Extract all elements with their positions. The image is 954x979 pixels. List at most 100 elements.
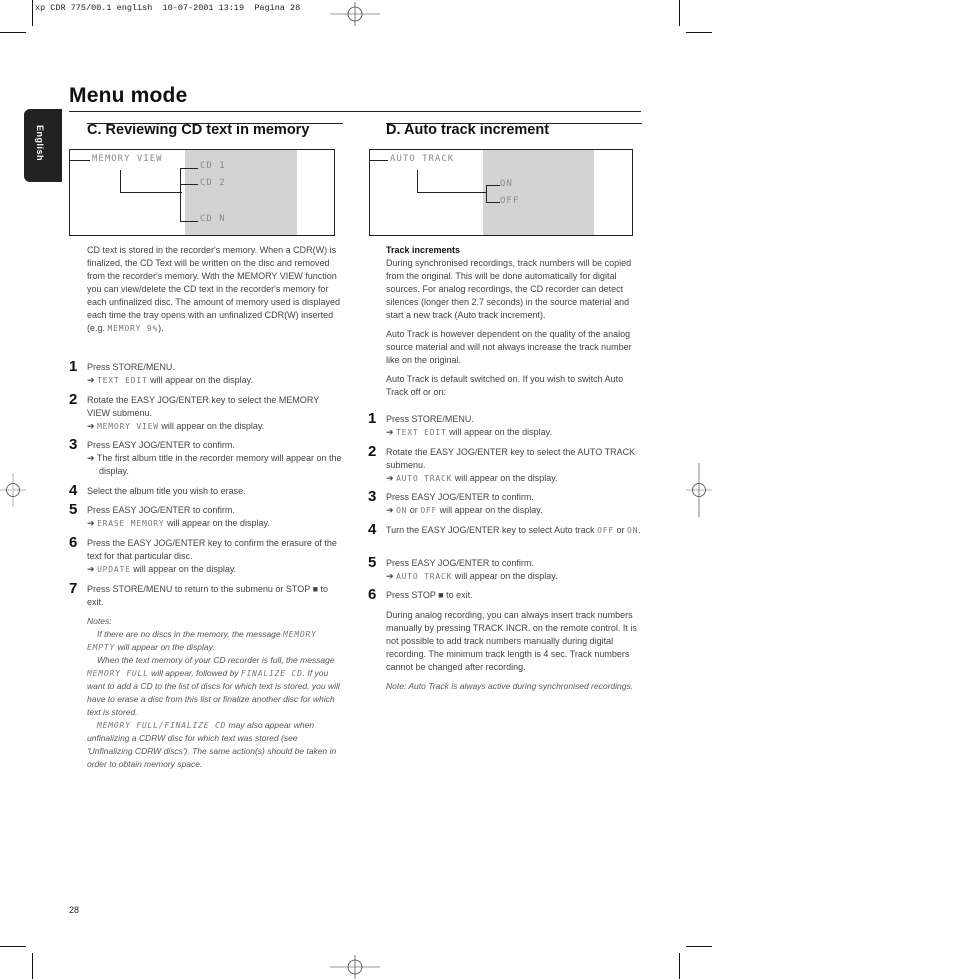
result-text: will appear on the display. (164, 518, 270, 528)
lcd-inline: FINALIZE CD (240, 669, 303, 678)
step-result: ➔ TEXT EDIT will appear on the display. (386, 426, 641, 439)
step-number: 1 (368, 410, 377, 427)
page-title: Menu mode (69, 84, 188, 107)
step-text: Rotate the EASY JOG/ENTER key to select … (87, 394, 342, 433)
connector-line (120, 170, 121, 193)
connector-line (486, 202, 500, 203)
crop-mark (686, 32, 712, 33)
step-text: Press STORE/MENU. ➔ TEXT EDIT will appea… (87, 361, 342, 387)
print-slug: xp CDR 775/00.1 english 10-07-2001 13:19… (35, 3, 301, 13)
title-rule (69, 111, 641, 112)
lcd-inline: ON (626, 526, 639, 535)
connector-line (180, 168, 181, 222)
arrow-icon: ➔ (386, 427, 394, 437)
section-c-intro: CD text is stored in the recorder's memo… (87, 244, 343, 335)
connector-line (370, 160, 388, 161)
step-result: ➔ The first album title in the recorder … (87, 452, 342, 478)
display-shade (483, 150, 594, 235)
arrow-icon: ➔ (87, 421, 95, 431)
section-c-notes: Notes: If there are no discs in the memo… (87, 615, 345, 771)
connector-line (417, 192, 487, 193)
registration-mark-icon (0, 473, 26, 507)
connector-line (180, 221, 198, 222)
step-number: 2 (69, 391, 78, 408)
section-d-title: D. Auto track increment (386, 122, 550, 138)
step-instruction: Press the EASY JOG/ENTER key to confirm … (87, 538, 337, 561)
lcd-inline: TEXT EDIT (97, 376, 148, 385)
note-text: If there are no discs in the memory, the… (97, 629, 283, 639)
note-text: When the text memory of your CD recorder… (97, 655, 335, 665)
intro-example-suffix: ). (158, 323, 164, 333)
lcd-root-label: AUTO TRACK (390, 154, 455, 164)
result-text: will appear on the display. (446, 427, 553, 437)
lcd-inline: TEXT EDIT (396, 428, 447, 437)
lcd-item: CD N (200, 214, 226, 224)
step-number: 6 (69, 534, 78, 551)
lcd-inline: MEMORY FULL/FINALIZE CD (97, 721, 227, 730)
step-result: ➔ AUTO TRACK will appear on the display. (386, 472, 641, 485)
lcd-inline: UPDATE (97, 565, 131, 574)
section-d-intro: Track increments During synchronised rec… (386, 244, 644, 399)
step-instruction: Press EASY JOG/ENTER to confirm. (386, 492, 534, 502)
step-number: 4 (368, 521, 377, 538)
arrow-icon: ➔ (87, 375, 95, 385)
registration-mark-icon (686, 463, 712, 517)
lcd-item: CD 1 (200, 161, 226, 171)
step-text: Press EASY JOG/ENTER to confirm. ➔ ON or… (386, 491, 641, 517)
result-text: will appear on the display. (437, 505, 543, 515)
step-result: ➔ MEMORY VIEW will appear on the display… (87, 420, 342, 433)
connector-line (417, 170, 418, 193)
crop-mark (679, 953, 680, 979)
crop-mark (679, 0, 680, 26)
arrow-icon: ➔ (87, 564, 95, 574)
connector-line (70, 160, 90, 161)
intro-text: CD text is stored in the recorder's memo… (87, 245, 340, 320)
step-instruction: Press STOP ■ to exit. (386, 590, 473, 600)
lcd-inline: OFF (420, 506, 438, 515)
crop-mark (686, 946, 712, 947)
step-instruction: . (638, 525, 641, 535)
registration-mark-icon (330, 955, 380, 979)
result-text: or (407, 505, 421, 515)
lcd-root-label: MEMORY VIEW (92, 154, 163, 164)
step-text: Select the album title you wish to erase… (87, 485, 342, 498)
arrow-icon: ➔ (386, 571, 394, 581)
section-d-manual: During analog recording, you can always … (386, 609, 644, 693)
step-instruction: Press STORE/MENU. (87, 362, 175, 372)
notes-heading: Notes: (87, 616, 112, 626)
paragraph: Auto Track is default switched on. If yo… (386, 374, 624, 397)
lcd-inline: OFF (597, 526, 614, 535)
step-text: Press EASY JOG/ENTER to confirm. ➔ The f… (87, 439, 342, 478)
lcd-inline: ON (396, 506, 408, 515)
arrow-icon: ➔ (386, 505, 394, 515)
memory-view-diagram: MEMORY VIEW CD 1 CD 2 CD N (69, 149, 335, 236)
note: When the text memory of your CD recorder… (87, 654, 345, 719)
step-result: ➔ TEXT EDIT will appear on the display. (87, 374, 342, 387)
lcd-inline: ERASE MEMORY (97, 519, 165, 528)
step-number: 3 (69, 436, 78, 453)
crop-mark (32, 0, 33, 26)
arrow-icon: ➔ (386, 473, 394, 483)
step-text: Press STORE/MENU. ➔ TEXT EDIT will appea… (386, 413, 641, 439)
connector-line (180, 168, 198, 169)
step-instruction: Press EASY JOG/ENTER to confirm. (87, 505, 235, 515)
paragraph: During analog recording, you can always … (386, 610, 637, 672)
step-text: Press the EASY JOG/ENTER key to confirm … (87, 537, 342, 576)
lcd-inline: MEMORY FULL (87, 669, 149, 678)
step-number: 4 (69, 482, 78, 499)
step-number: 2 (368, 443, 377, 460)
note: If there are no discs in the memory, the… (87, 628, 345, 654)
result-text: will appear on the display. (452, 571, 558, 581)
step-instruction: Turn the EASY JOG/ENTER key to select Au… (386, 525, 598, 535)
step-result: ➔ AUTO TRACK will appear on the display. (386, 570, 641, 583)
language-tab: English (24, 109, 62, 182)
arrow-icon: ➔ (87, 453, 95, 463)
step-instruction: Press EASY JOG/ENTER to confirm. (386, 558, 534, 568)
lcd-inline: AUTO TRACK (396, 572, 453, 581)
arrow-icon: ➔ (87, 518, 95, 528)
step-instruction: Rotate the EASY JOG/ENTER key to select … (87, 395, 320, 418)
step-instruction: Press EASY JOG/ENTER to confirm. (87, 440, 235, 450)
lcd-inline: AUTO TRACK (396, 474, 453, 483)
lcd-inline: MEMORY VIEW (97, 422, 159, 431)
section-c-title: C. Reviewing CD text in memory (87, 122, 310, 138)
